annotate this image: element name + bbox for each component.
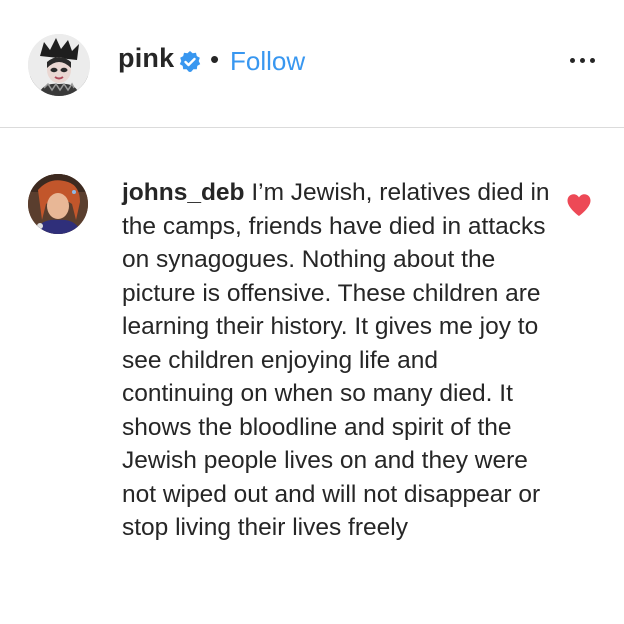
follow-button[interactable]: Follow [230, 46, 305, 77]
post-username[interactable]: pink [118, 43, 174, 74]
more-dot [590, 58, 595, 63]
comment-text: I’m Jewish, relatives died in the camps,… [122, 179, 550, 541]
comment-body: johns_deb I’m Jewish, relatives died in … [122, 176, 552, 545]
more-options-icon[interactable] [566, 50, 600, 70]
profile-avatar[interactable] [28, 34, 90, 96]
comment-author[interactable]: johns_deb [122, 179, 245, 206]
verified-badge-icon [179, 51, 201, 72]
dot-separator: • [210, 44, 220, 74]
heart-icon[interactable] [566, 193, 592, 217]
commenter-avatar-image [28, 174, 88, 234]
avatar-image [28, 34, 90, 96]
more-dot [570, 58, 575, 63]
post-header: pink • Follow [0, 0, 624, 128]
more-dot [580, 58, 585, 63]
comment-avatar[interactable] [28, 174, 88, 234]
comment: johns_deb I’m Jewish, relatives died in … [0, 128, 624, 624]
